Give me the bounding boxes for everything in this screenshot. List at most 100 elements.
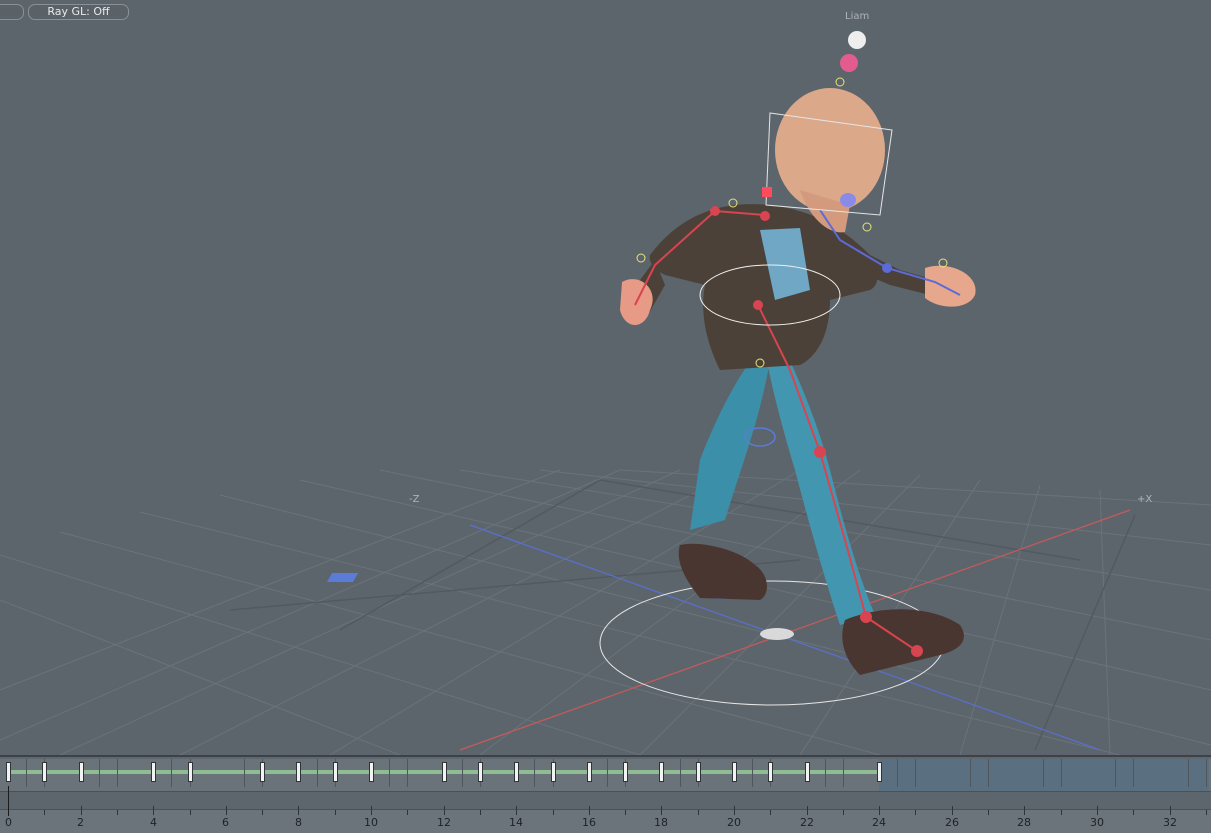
- character-name-label: Liam: [845, 11, 870, 22]
- keyframe-marker[interactable]: [333, 762, 338, 782]
- keyframe-marker[interactable]: [151, 762, 156, 782]
- look-target-white[interactable]: [848, 31, 866, 49]
- ruler-tick: [988, 810, 989, 815]
- ruler-tick: [1170, 806, 1171, 815]
- 3d-viewport[interactable]: Ray GL: Off Liam -Z +X: [0, 0, 1211, 755]
- keyframe-marker[interactable]: [551, 762, 556, 782]
- ruler-frame-label: 26: [945, 816, 959, 829]
- keyframe-marker[interactable]: [587, 762, 592, 782]
- ground-grid: [0, 469, 1211, 755]
- foot-ik-handle-left[interactable]: [326, 573, 359, 582]
- ruler-tick: [1206, 810, 1207, 815]
- character-liam[interactable]: [620, 88, 976, 675]
- axis-label-neg-z: -Z: [409, 494, 420, 505]
- keyframe-marker[interactable]: [6, 762, 11, 782]
- ruler-tick: [698, 810, 699, 815]
- track-separator: [680, 759, 681, 787]
- ruler-tick: [625, 810, 626, 815]
- look-target-pink[interactable]: [840, 54, 858, 72]
- ruler-tick: [444, 806, 445, 815]
- track-separator: [1061, 759, 1062, 787]
- track-separator: [897, 759, 898, 787]
- ruler-tick: [1061, 810, 1062, 815]
- ruler-tick: [262, 810, 263, 815]
- track-separator: [407, 759, 408, 787]
- major-grid: [229, 479, 1136, 751]
- viewport-option-button[interactable]: [0, 4, 24, 20]
- axis-label-pos-x: +X: [1137, 494, 1153, 505]
- ruler-frame-label: 28: [1017, 816, 1031, 829]
- playhead[interactable]: [8, 786, 9, 816]
- keyframe-marker[interactable]: [188, 762, 193, 782]
- ray-gl-toggle-button[interactable]: Ray GL: Off: [28, 4, 129, 20]
- ruler-tick: [661, 806, 662, 815]
- track-separator: [752, 759, 753, 787]
- ruler-frame-label: 30: [1090, 816, 1104, 829]
- track-separator: [534, 759, 535, 787]
- ruler-frame-label: 12: [437, 816, 451, 829]
- ruler-tick: [734, 806, 735, 815]
- ruler-tick: [190, 810, 191, 815]
- ruler-tick: [843, 810, 844, 815]
- ruler-tick: [117, 810, 118, 815]
- ruler-tick: [553, 810, 554, 815]
- ruler-frame-label: 8: [295, 816, 302, 829]
- keyframe-marker[interactable]: [659, 762, 664, 782]
- ruler-tick: [407, 810, 408, 815]
- keyframe-marker[interactable]: [369, 762, 374, 782]
- track-separator: [462, 759, 463, 787]
- ruler-tick: [1024, 806, 1025, 815]
- ruler-tick: [335, 810, 336, 815]
- track-separator: [825, 759, 826, 787]
- root-center-marker[interactable]: [760, 628, 794, 640]
- ruler-tick: [879, 806, 880, 815]
- timeline-scrub-strip[interactable]: [0, 791, 1211, 810]
- track-separator: [607, 759, 608, 787]
- keyframe-marker[interactable]: [732, 762, 737, 782]
- keyframe-marker[interactable]: [42, 762, 47, 782]
- track-separator: [970, 759, 971, 787]
- ruler-frame-label: 20: [727, 816, 741, 829]
- ruler-tick: [952, 806, 953, 815]
- keyframe-marker[interactable]: [696, 762, 701, 782]
- track-separator: [1206, 759, 1207, 787]
- ruler-frame-label: 32: [1163, 816, 1177, 829]
- keyframe-marker[interactable]: [478, 762, 483, 782]
- x-axis-line: [459, 509, 1131, 751]
- track-separator: [1115, 759, 1116, 787]
- ruler-frame-label: 22: [800, 816, 814, 829]
- track-separator: [26, 759, 27, 787]
- track-separator: [1043, 759, 1044, 787]
- ruler-tick: [1097, 806, 1098, 815]
- track-separator: [389, 759, 390, 787]
- ruler-frame-label: 6: [222, 816, 229, 829]
- keyframe-marker[interactable]: [514, 762, 519, 782]
- viewport-scene: [0, 31, 1211, 755]
- keyframe-marker[interactable]: [805, 762, 810, 782]
- keyframe-marker[interactable]: [260, 762, 265, 782]
- keyframe-marker[interactable]: [623, 762, 628, 782]
- ruler-frame-label: 10: [364, 816, 378, 829]
- keyframe-marker[interactable]: [79, 762, 84, 782]
- track-separator: [1188, 759, 1189, 787]
- ruler-frame-label: 4: [150, 816, 157, 829]
- ruler-tick: [1133, 810, 1134, 815]
- keyframe-marker[interactable]: [296, 762, 301, 782]
- keyframe-marker[interactable]: [768, 762, 773, 782]
- track-separator: [1133, 759, 1134, 787]
- ruler-tick: [81, 806, 82, 815]
- ruler-frame-label: 0: [5, 816, 12, 829]
- track-separator: [117, 759, 118, 787]
- ruler-frame-label: 16: [582, 816, 596, 829]
- keyframe-marker[interactable]: [877, 762, 882, 782]
- ruler-tick: [44, 810, 45, 815]
- ruler-tick: [153, 806, 154, 815]
- ruler-tick: [480, 810, 481, 815]
- track-separator: [244, 759, 245, 787]
- track-separator: [171, 759, 172, 787]
- ruler-tick: [770, 810, 771, 815]
- ruler-tick: [589, 806, 590, 815]
- track-separator: [915, 759, 916, 787]
- keyframe-track-outside-range: [879, 759, 1209, 791]
- keyframe-marker[interactable]: [442, 762, 447, 782]
